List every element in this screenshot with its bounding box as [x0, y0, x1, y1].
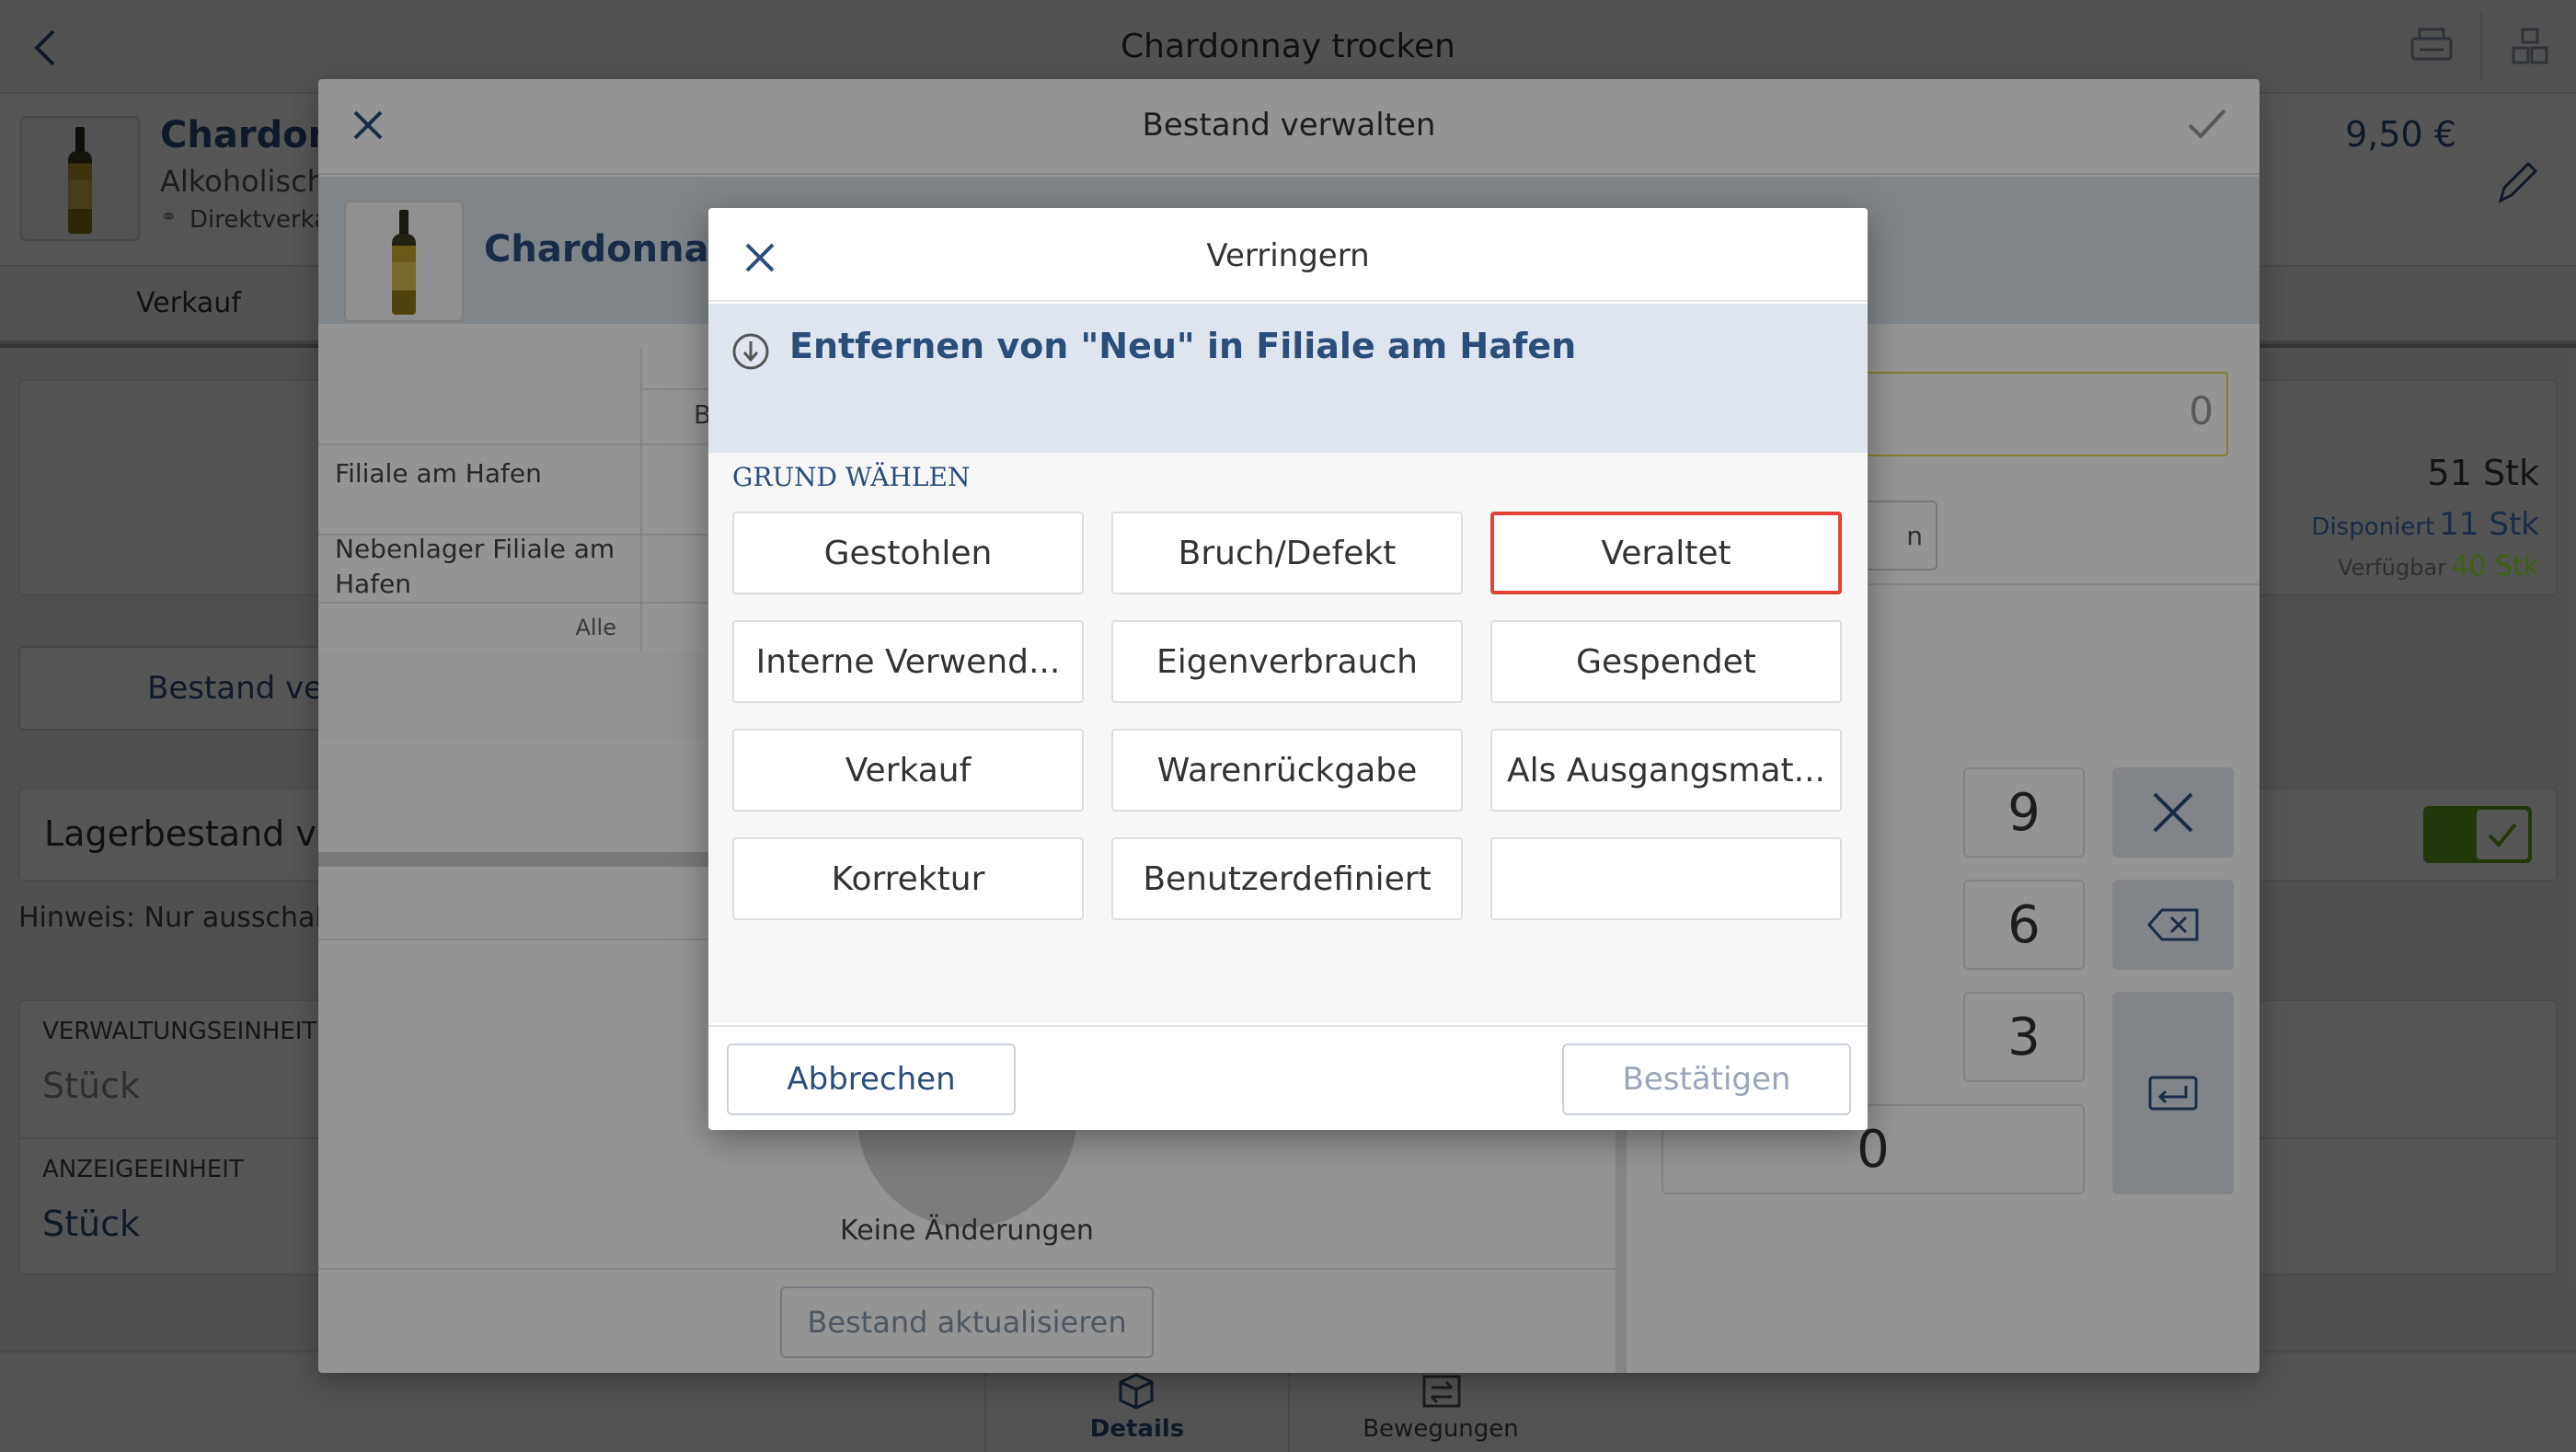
- clear-icon: [2153, 792, 2193, 833]
- key-9-label: 9: [2007, 782, 2041, 843]
- reason-interne-verwend[interactable]: Interne Verwend...: [732, 620, 1084, 703]
- no-changes-text: Keine Änderungen: [840, 1215, 1094, 1247]
- stock-total: 51 Stk: [2427, 453, 2539, 493]
- verfuegbar-row: Verfügbar 40 Stk: [2245, 550, 2539, 582]
- section-label: GRUND WÄHLEN: [732, 462, 971, 492]
- product-category: Alkoholisch: [160, 164, 326, 199]
- stock-toggle-label: Lagerbestand ver: [44, 813, 352, 854]
- stock-toggle-switch[interactable]: [2423, 806, 2532, 863]
- admin-unit-value: Stück: [42, 1066, 141, 1106]
- edit-icon[interactable]: [2493, 156, 2539, 208]
- movements-icon: [1420, 1373, 1463, 1410]
- reason-gespendet[interactable]: Gespendet: [1490, 620, 1842, 703]
- key-6[interactable]: 6: [1963, 880, 2085, 970]
- key-3[interactable]: 3: [1963, 992, 2085, 1082]
- reason-veraltet[interactable]: Veraltet: [1490, 512, 1842, 594]
- backspace-icon: [2147, 908, 2199, 941]
- decrease-dialog: Verringern Entfernen von "Neu" in Filial…: [708, 208, 1868, 1130]
- confirm-button[interactable]: Bestätigen: [1562, 1043, 1851, 1115]
- key-6-label: 6: [2007, 894, 2041, 955]
- nav-details[interactable]: Details: [986, 1415, 1288, 1443]
- reason-empty: [1490, 837, 1842, 920]
- row-label-filiale: Filiale am Hafen: [335, 458, 542, 489]
- info-icon: [730, 331, 771, 372]
- details-icon: [1115, 1373, 1157, 1410]
- check-icon[interactable]: [2186, 107, 2228, 144]
- clear-key[interactable]: [2112, 767, 2234, 858]
- hint-text: Hinweis: Nur ausschalten: [18, 902, 368, 934]
- reason-als-ausgangsmat[interactable]: Als Ausgangsmat...: [1490, 729, 1842, 812]
- admin-unit-label: VERWALTUNGSEINHEIT: [42, 1018, 317, 1045]
- key-9[interactable]: 9: [1963, 767, 2085, 858]
- display-unit-value[interactable]: Stück: [42, 1204, 140, 1244]
- table-col-divider: [640, 348, 642, 651]
- display-unit-label: ANZEIGEEINHEIT: [42, 1156, 244, 1183]
- manage-product-image: [344, 201, 464, 322]
- reason-korrektur[interactable]: Korrektur: [732, 837, 1084, 920]
- reason-benutzerdefiniert[interactable]: Benutzerdefiniert: [1111, 837, 1463, 920]
- enter-icon: [2148, 1076, 2198, 1111]
- reason-verkauf[interactable]: Verkauf: [732, 729, 1084, 812]
- printer-icon[interactable]: [2409, 26, 2455, 68]
- backspace-key[interactable]: [2112, 880, 2234, 970]
- reason-gestohlen[interactable]: Gestohlen: [732, 512, 1084, 594]
- section-line: [318, 1268, 1616, 1270]
- boxes-icon[interactable]: [2510, 26, 2552, 68]
- tab-verkauf[interactable]: Verkauf: [55, 287, 322, 319]
- enter-key[interactable]: [2112, 992, 2234, 1194]
- nav-bewegungen[interactable]: Bewegungen: [1290, 1415, 1592, 1443]
- toggle-knob: [2477, 810, 2528, 859]
- product-image: [20, 116, 140, 241]
- unit-tab-label: n: [1906, 520, 1923, 551]
- verfuegbar-label: Verfügbar: [2338, 555, 2447, 581]
- disponiert-row: Disponiert 11 Stk: [2245, 506, 2539, 543]
- update-stock-button[interactable]: Bestand aktualisieren: [780, 1286, 1154, 1358]
- reason-warenrückgabe[interactable]: Warenrückgabe: [1111, 729, 1463, 812]
- key-3-label: 3: [2007, 1007, 2041, 1067]
- quantity-value: 0: [2189, 388, 2214, 433]
- sales-type-icon: ⚭: [160, 206, 178, 229]
- cancel-button[interactable]: Abbrechen: [727, 1043, 1016, 1115]
- dialog-title: Verringern: [1206, 237, 1370, 274]
- reason-bruch-defekt[interactable]: Bruch/Defekt: [1111, 512, 1463, 594]
- product-price: 9,50 €: [2345, 114, 2456, 155]
- row-label-alle: Alle: [575, 615, 616, 640]
- dialog-footer-line: [708, 1025, 1868, 1027]
- row-label-nebenlager-2: Hafen: [335, 569, 412, 599]
- disponiert-label: Disponiert: [2311, 513, 2435, 541]
- manage-modal-title: Bestand verwalten: [1142, 107, 1436, 144]
- row-label-nebenlager-1: Nebenlager Filiale am: [335, 534, 615, 564]
- reason-eigenverbrauch[interactable]: Eigenverbrauch: [1111, 620, 1463, 703]
- divider: [2480, 13, 2482, 81]
- info-text: Entfernen von "Neu" in Filiale am Hafen: [789, 326, 1577, 366]
- verfuegbar-value: 40 Stk: [2451, 550, 2539, 582]
- disponiert-value: 11 Stk: [2439, 506, 2539, 543]
